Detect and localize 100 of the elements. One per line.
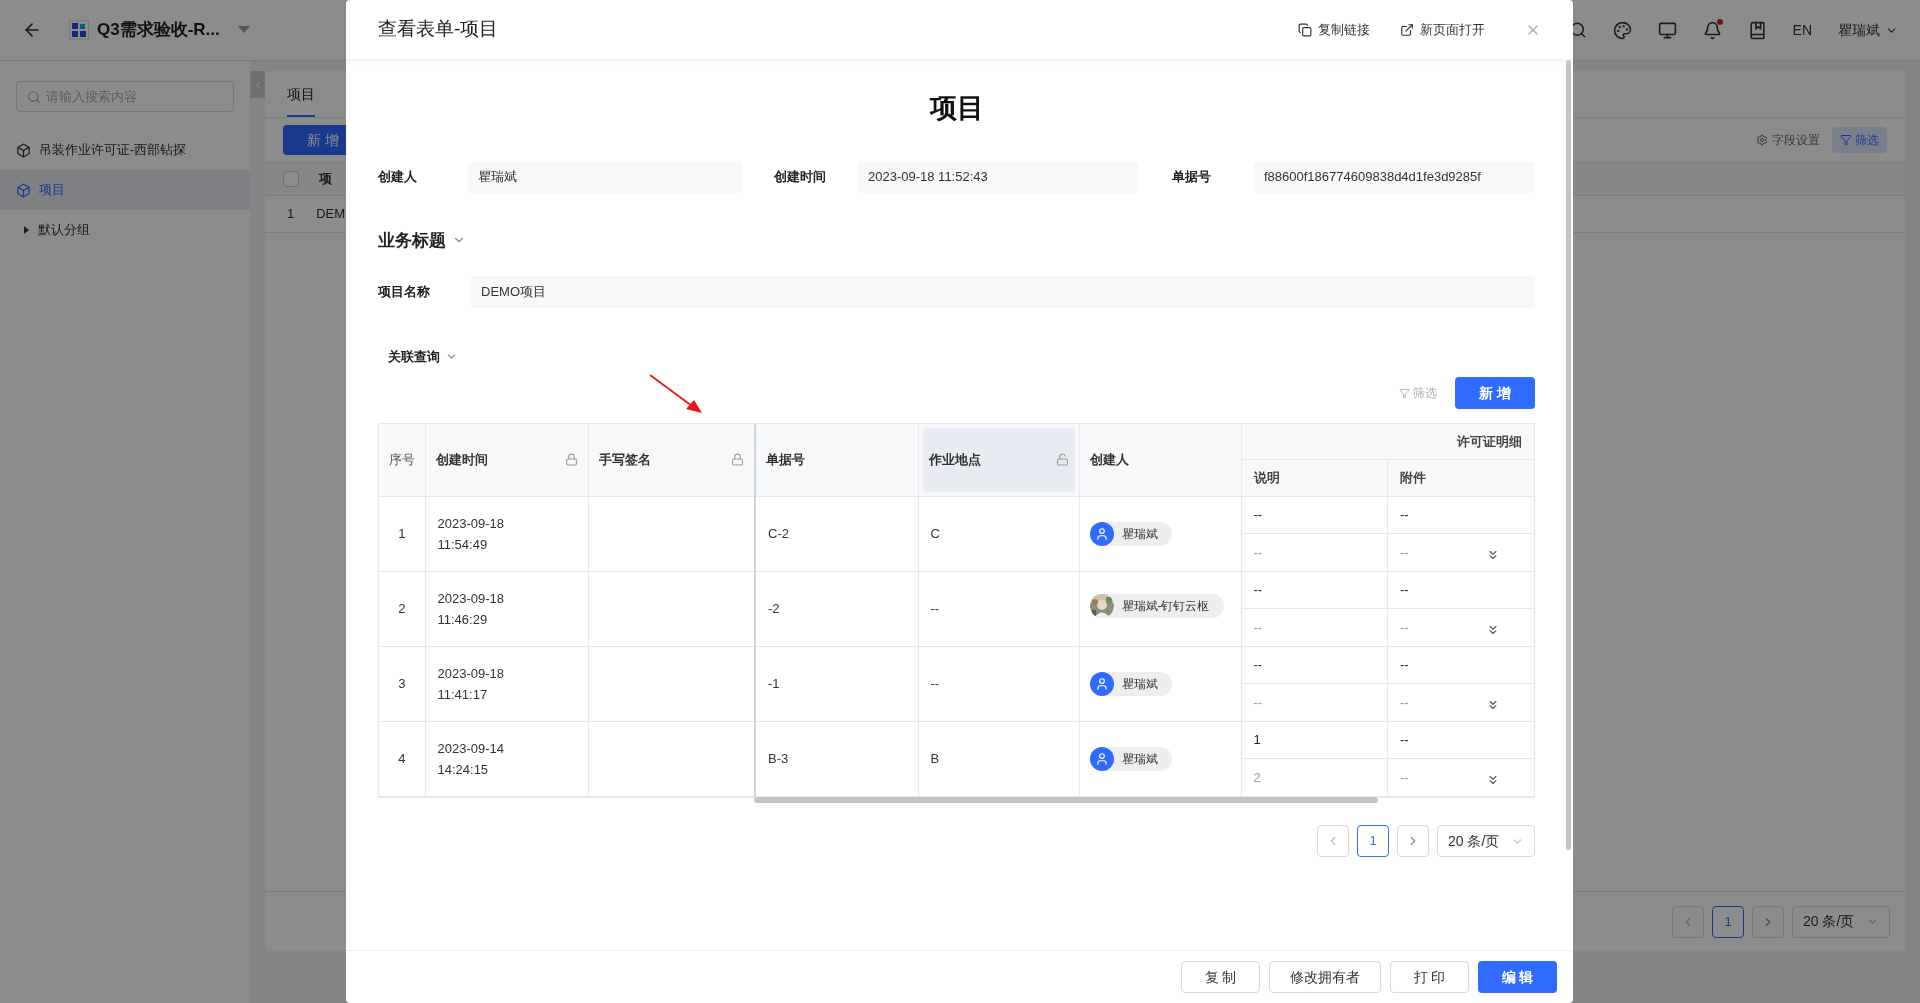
table-cell-text: DEM bbox=[316, 205, 346, 224]
table-cell: C bbox=[930, 526, 940, 542]
table-cell: -- bbox=[930, 676, 940, 692]
table-cell-text: -- bbox=[1400, 731, 1409, 750]
table-cell-text: 1 bbox=[1253, 731, 1261, 750]
column-group-header: 许可证明细 bbox=[1241, 423, 1534, 460]
row-number: 3 bbox=[379, 646, 425, 722]
open-new-page-button[interactable]: 新页面打开 bbox=[1400, 19, 1485, 40]
column-header[interactable]: 手写签名 bbox=[588, 423, 755, 497]
page-size-select[interactable]: 20 条/页 bbox=[1792, 905, 1890, 938]
table-cell: -1 bbox=[768, 676, 780, 692]
collapse-sidebar-handle[interactable] bbox=[250, 71, 265, 98]
row-number: 4 bbox=[379, 721, 425, 797]
lock-icon[interactable] bbox=[564, 453, 578, 467]
form-heading: 项目 bbox=[928, 92, 985, 125]
column-header: 附件 bbox=[1387, 459, 1534, 497]
footer-button[interactable]: 打 印 bbox=[1390, 961, 1469, 993]
column-header[interactable]: 创建时间 bbox=[425, 423, 588, 497]
field-label: 创建人 bbox=[378, 168, 418, 187]
tab[interactable]: 项目 bbox=[287, 84, 315, 117]
table-cell-text: -- bbox=[1253, 506, 1263, 525]
field-label: 单据号 bbox=[1172, 168, 1212, 187]
arrow-annotation bbox=[648, 372, 704, 415]
table-cell-text: -- bbox=[1400, 581, 1409, 600]
row-number: 1 bbox=[287, 205, 295, 224]
column-header[interactable]: 序号 bbox=[379, 423, 425, 497]
field-value: 2023-09-18 11:52:43 bbox=[858, 161, 1138, 193]
field-label: 项目名称 bbox=[378, 283, 431, 302]
row-number: 2 bbox=[379, 571, 425, 647]
next-page-button[interactable] bbox=[1752, 905, 1784, 938]
notification-bell-icon[interactable] bbox=[1702, 20, 1722, 40]
table-cell-text: -- bbox=[1400, 506, 1409, 525]
gear-icon bbox=[1756, 134, 1768, 146]
user-chip[interactable]: 瞿瑞斌 bbox=[1089, 671, 1172, 696]
table-cell-text: -- bbox=[1400, 768, 1409, 787]
table-cell-text: -- bbox=[1400, 656, 1409, 675]
table-cell: -2 bbox=[768, 601, 780, 617]
user-chip[interactable]: 瞿瑞斌-钉钉云枢 bbox=[1089, 594, 1224, 619]
section-header[interactable]: 业务标题 bbox=[378, 227, 1535, 253]
user-chip[interactable]: 瞿瑞斌 bbox=[1089, 521, 1172, 546]
sidebar-group[interactable]: 默认分组 bbox=[0, 210, 250, 250]
field-value: f88600f186774609838d4d1fe3d9285f bbox=[1254, 161, 1535, 193]
footer-button[interactable]: 复 制 bbox=[1181, 961, 1260, 993]
dropdown-caret-icon[interactable] bbox=[237, 26, 250, 34]
table-cell-text: -- bbox=[1253, 693, 1263, 712]
lock-icon[interactable] bbox=[731, 453, 744, 467]
related-query-header[interactable]: 关联查询 bbox=[388, 347, 1535, 367]
sidebar-item[interactable]: 吊装作业许可证-西部钻探 bbox=[0, 130, 250, 170]
horizontal-scrollbar[interactable] bbox=[754, 797, 1378, 803]
table-cell-text: -- bbox=[1400, 618, 1409, 637]
filter-icon bbox=[1399, 387, 1410, 399]
table-cell-text: 2023-09-18 11:54:49 bbox=[437, 515, 505, 554]
copy-icon bbox=[1298, 22, 1312, 37]
footer-button[interactable]: 修改拥有者 bbox=[1269, 961, 1381, 993]
bookmark-book-icon[interactable] bbox=[1747, 20, 1767, 40]
footer-button[interactable]: 编 辑 bbox=[1478, 961, 1557, 993]
dialog-title: 查看表单-项目 bbox=[378, 17, 499, 42]
app-grid-icon bbox=[71, 22, 87, 38]
table-cell: B-3 bbox=[768, 751, 789, 767]
previous-page-button[interactable] bbox=[1672, 905, 1704, 938]
scrollbar[interactable] bbox=[1566, 60, 1571, 850]
expand-icon[interactable] bbox=[1486, 623, 1500, 637]
table-cell: -- bbox=[930, 601, 940, 617]
page-size-select[interactable]: 20 条/页 bbox=[1437, 825, 1535, 857]
column-header[interactable]: 创建人 bbox=[1079, 423, 1241, 497]
table-cell: B bbox=[930, 751, 940, 767]
user-chip[interactable]: 瞿瑞斌 bbox=[1089, 746, 1172, 771]
page-button[interactable]: 1 bbox=[1357, 825, 1389, 857]
expand-icon[interactable] bbox=[1486, 698, 1500, 712]
unlocked-lock-icon[interactable] bbox=[1055, 453, 1069, 467]
next-page-button[interactable] bbox=[1397, 825, 1429, 857]
table-cell-text: -- bbox=[1253, 656, 1263, 675]
field-settings-link[interactable]: 字段设置 bbox=[1756, 131, 1820, 149]
table-cell-text: 2 bbox=[1253, 768, 1261, 787]
expand-icon[interactable] bbox=[1486, 548, 1500, 562]
table-cell-text: -- bbox=[1400, 543, 1409, 562]
previous-page-button[interactable] bbox=[1317, 825, 1349, 857]
table-cell-text: -- bbox=[1253, 543, 1263, 562]
table-cell: C-2 bbox=[768, 526, 789, 542]
expand-icon[interactable] bbox=[1486, 773, 1500, 787]
table-cell-text: -- bbox=[1400, 693, 1409, 712]
cube-icon bbox=[16, 142, 31, 158]
select-all-checkbox[interactable] bbox=[283, 171, 299, 187]
field-value: DEMO项目 bbox=[470, 276, 1535, 308]
search-icon bbox=[27, 89, 41, 104]
add-button[interactable]: 新 增 bbox=[1455, 377, 1535, 409]
column-header[interactable]: 单据号 bbox=[755, 423, 918, 497]
column-header: 说明 bbox=[1241, 459, 1388, 497]
row-number: 1 bbox=[379, 496, 425, 572]
table-cell-text: 2023-09-18 11:41:17 bbox=[437, 665, 505, 704]
caret-right-icon bbox=[24, 226, 30, 234]
external-link-icon bbox=[1400, 22, 1414, 37]
copy-link-button[interactable]: 复制链接 bbox=[1298, 19, 1370, 40]
table-cell-text: 2023-09-14 14:24:15 bbox=[437, 740, 505, 779]
field-label: 创建时间 bbox=[774, 168, 827, 187]
filter-icon bbox=[1840, 134, 1852, 146]
palette-icon[interactable] bbox=[1612, 20, 1632, 40]
user-menu[interactable]: 瞿瑞斌 bbox=[1838, 19, 1898, 41]
language-label[interactable]: EN bbox=[1792, 19, 1812, 41]
monitor-icon[interactable] bbox=[1657, 20, 1677, 40]
